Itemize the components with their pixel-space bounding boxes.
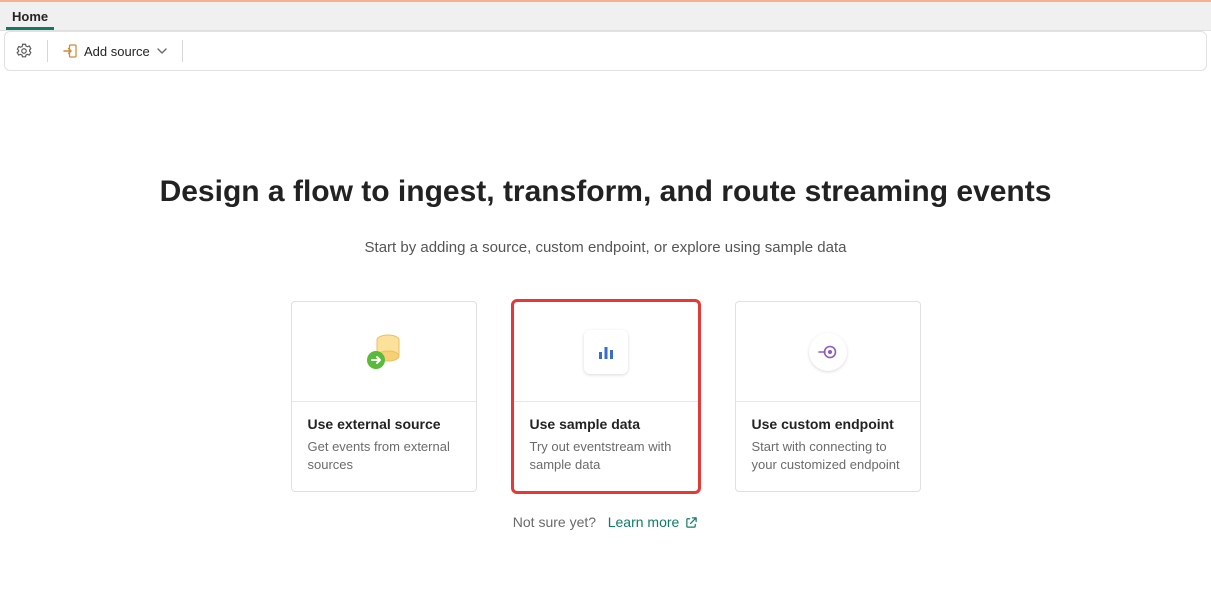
toolbar-divider [47, 40, 48, 62]
card-use-custom-endpoint[interactable]: Use custom endpoint Start with connectin… [735, 301, 921, 492]
gear-icon [15, 42, 33, 60]
page-headline: Design a flow to ingest, transform, and … [40, 175, 1171, 209]
option-cards-row: Use external source Get events from exte… [40, 301, 1171, 492]
card-body: Use custom endpoint Start with connectin… [736, 402, 920, 491]
add-source-button[interactable]: Add source [52, 32, 178, 70]
card-desc: Start with connecting to your customized… [752, 438, 904, 473]
card-body: Use external source Get events from exte… [292, 402, 476, 491]
card-use-external-source[interactable]: Use external source Get events from exte… [291, 301, 477, 492]
learn-more-label: Learn more [608, 514, 680, 530]
footer-help: Not sure yet? Learn more [40, 514, 1171, 530]
card-desc: Get events from external sources [308, 438, 460, 473]
footer-help-prefix: Not sure yet? [513, 514, 596, 530]
add-source-icon [62, 43, 78, 59]
settings-button[interactable] [5, 32, 43, 70]
toolbar: Add source [4, 31, 1207, 71]
main-content: Design a flow to ingest, transform, and … [0, 75, 1211, 570]
ribbon-tabs: Home [0, 2, 1211, 31]
card-title: Use external source [308, 416, 460, 432]
external-link-icon [685, 516, 698, 529]
sample-data-icon [584, 330, 628, 374]
add-source-label: Add source [84, 44, 150, 59]
page-subhead: Start by adding a source, custom endpoin… [40, 239, 1171, 256]
chevron-down-icon [156, 45, 168, 57]
card-desc: Try out eventstream with sample data [530, 438, 682, 473]
toolbar-divider [182, 40, 183, 62]
learn-more-link[interactable]: Learn more [608, 514, 698, 530]
card-title: Use sample data [530, 416, 682, 432]
tab-label: Home [12, 9, 48, 24]
card-icon-zone [736, 302, 920, 402]
card-title: Use custom endpoint [752, 416, 904, 432]
tab-home[interactable]: Home [0, 2, 60, 30]
card-body: Use sample data Try out eventstream with… [514, 402, 698, 491]
card-icon-zone [514, 302, 698, 402]
card-use-sample-data[interactable]: Use sample data Try out eventstream with… [513, 301, 699, 492]
external-source-icon [356, 324, 412, 380]
custom-endpoint-icon [809, 333, 847, 371]
card-icon-zone [292, 302, 476, 402]
